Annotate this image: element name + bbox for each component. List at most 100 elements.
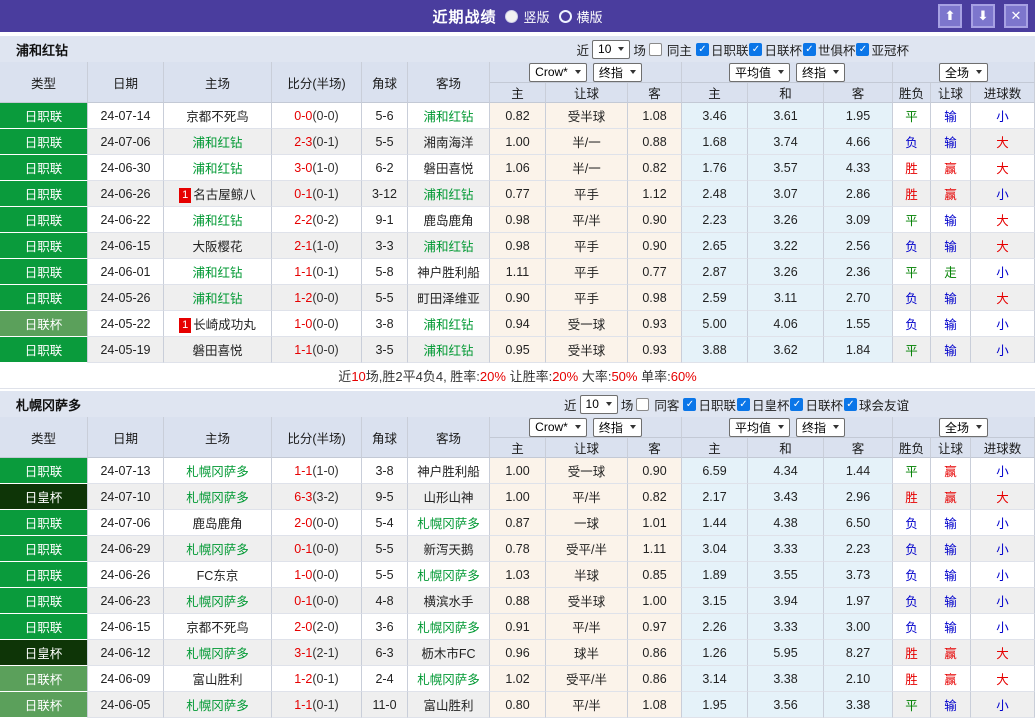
scroll-down-button[interactable]: ⬇: [971, 4, 995, 28]
league-checkbox[interactable]: ✓: [695, 42, 709, 56]
league-checkbox[interactable]: ✓: [856, 42, 870, 56]
table-row: 日职联 24-06-26 1 名古屋鲸八 0-1(0-1) 3-12 浦和红钻 0.77 平手 1…: [0, 181, 1035, 207]
league-checkbox[interactable]: ✓: [749, 42, 763, 56]
same-venue-checkbox[interactable]: [636, 397, 650, 411]
corner-cell: 3-6: [362, 614, 408, 640]
same-venue-checkbox[interactable]: [648, 42, 662, 56]
home-team-cell: 浦和红钻: [164, 207, 272, 233]
handicap-result-cell: 输: [931, 510, 972, 536]
league-checkbox[interactable]: ✓: [790, 397, 804, 411]
scroll-up-button[interactable]: ⬆: [938, 4, 962, 28]
final-odds-select[interactable]: 终指: [592, 417, 642, 437]
league-checkbox[interactable]: ✓: [843, 397, 857, 411]
home-team-name: 鹿岛鹿角: [192, 517, 243, 531]
avg-home-cell: 1.89: [682, 562, 749, 588]
handicap-result-cell: 输: [931, 562, 972, 588]
fulltime-score: 1-1: [294, 463, 313, 478]
goals-cell: 大: [971, 155, 1035, 181]
goals-cell: 小: [971, 588, 1035, 614]
corner-cell: 3-8: [362, 311, 408, 337]
home-odds-cell: 0.98: [490, 207, 546, 233]
away-team-cell: 新泻天鹅: [408, 536, 490, 562]
goals-cell: 大: [971, 233, 1035, 259]
average-select[interactable]: 平均值: [729, 62, 791, 82]
chevron-down-icon: [629, 425, 636, 429]
league-cell: 日职联: [0, 458, 88, 484]
score-cell: 1-1(1-0): [272, 458, 362, 484]
halftime-score: (0-0): [312, 541, 339, 556]
handicap-cell: 一球: [546, 510, 628, 536]
home-team-cell: 札幌冈萨多: [164, 640, 272, 666]
final-odds-select[interactable]: 终指: [796, 417, 846, 437]
away-team-cell: 札幌冈萨多: [408, 666, 490, 692]
date-cell: 24-06-22: [88, 207, 164, 233]
filter-controls: 近 10 场 同客 ✓ 日职联 ✓ 日皇杯 ✓ 日联杯 ✓ 球会友谊: [564, 394, 1035, 414]
average-group-header: 平均值 终指: [682, 417, 894, 438]
avg-draw-cell: 4.38: [748, 510, 825, 536]
date-cell: 24-06-05: [88, 692, 164, 718]
halftime-score: (0-0): [312, 290, 339, 305]
match-count-select[interactable]: 10: [579, 394, 618, 414]
final-odds-select[interactable]: 终指: [796, 62, 846, 82]
away-team-name: 磐田喜悦: [423, 162, 474, 176]
goals-cell: 大: [971, 640, 1035, 666]
rank-badge: 1: [179, 188, 192, 203]
col-handicap: 让球: [546, 83, 628, 103]
fulltime-score: 0-1: [294, 593, 313, 608]
close-button[interactable]: ✕: [1004, 4, 1028, 28]
page-title: 近期战绩: [432, 8, 497, 26]
table-row: 日联杯 24-06-05 札幌冈萨多 1-1(0-1) 11-0 富山胜利 0.80 平/半 1…: [0, 692, 1035, 718]
final-odds-select[interactable]: 终指: [592, 62, 642, 82]
league-checkbox[interactable]: ✓: [683, 397, 697, 411]
away-odds-cell: 1.01: [628, 510, 683, 536]
goals-cell: 小: [971, 536, 1035, 562]
avg-away-cell: 2.56: [824, 233, 894, 259]
fulltime-select[interactable]: 全场: [939, 417, 989, 437]
away-team-name: 浦和红钻: [423, 318, 474, 332]
handicap-cell: 受平/半: [546, 536, 628, 562]
avg-home-cell: 2.59: [682, 285, 749, 311]
fulltime-group-header: 全场: [893, 62, 1035, 83]
league-checkbox[interactable]: ✓: [802, 42, 816, 56]
match-count-select[interactable]: 10: [592, 39, 631, 59]
odds-provider-select[interactable]: Crow*: [529, 62, 587, 82]
table-row: 日职联 24-06-29 札幌冈萨多 0-1(0-0) 5-5 新泻天鹅 0.78 受平/半 1…: [0, 536, 1035, 562]
col-home: 主场: [164, 417, 272, 458]
summary-segment: 10: [351, 369, 366, 384]
col-goals: 进球数: [971, 438, 1035, 458]
away-team-cell: 町田泽维亚: [408, 285, 490, 311]
summary-segment: 近: [338, 369, 352, 384]
away-team-cell: 鹿岛鹿角: [408, 207, 490, 233]
home-team-cell: 浦和红钻: [164, 129, 272, 155]
average-select[interactable]: 平均值: [729, 417, 791, 437]
vertical-layout-radio[interactable]: 竖版: [505, 7, 550, 26]
col-odds-home: 主: [490, 438, 546, 458]
horizontal-layout-radio[interactable]: 横版: [558, 7, 603, 26]
goals-cell: 大: [971, 129, 1035, 155]
corner-cell: 5-5: [362, 562, 408, 588]
result-cell: 胜: [893, 155, 932, 181]
date-cell: 24-07-13: [88, 458, 164, 484]
avg-draw-cell: 3.07: [748, 181, 825, 207]
away-odds-cell: 0.90: [628, 458, 683, 484]
away-odds-cell: 0.93: [628, 311, 683, 337]
handicap-result-cell: 输: [931, 337, 972, 363]
matches-table: 类型 日期 主场 比分(半场) 角球 客场 Crow* 终指 平均值 终指 全场: [0, 417, 1035, 718]
halftime-score: (0-0): [312, 515, 339, 530]
away-odds-cell: 0.86: [628, 666, 683, 692]
date-cell: 24-06-30: [88, 155, 164, 181]
league-checkbox[interactable]: ✓: [736, 397, 750, 411]
league-cell: 日职联: [0, 614, 88, 640]
avg-away-cell: 2.10: [824, 666, 894, 692]
odds-provider-select[interactable]: Crow*: [529, 417, 587, 437]
away-team-cell: 神户胜利船: [408, 259, 490, 285]
away-team-name: 鹿岛鹿角: [423, 214, 474, 228]
col-type: 类型: [0, 417, 88, 458]
home-team-cell: 札幌冈萨多: [164, 536, 272, 562]
fulltime-score: 1-2: [294, 671, 313, 686]
score-cell: 3-0(1-0): [272, 155, 362, 181]
handicap-cell: 平/半: [546, 614, 628, 640]
league-checkbox-label: 世俱杯: [817, 43, 856, 58]
table-row: 日职联 24-06-26 FC东京 1-0(0-0) 5-5 札幌冈萨多 1.03 半球 0.8…: [0, 562, 1035, 588]
fulltime-select[interactable]: 全场: [939, 62, 989, 82]
